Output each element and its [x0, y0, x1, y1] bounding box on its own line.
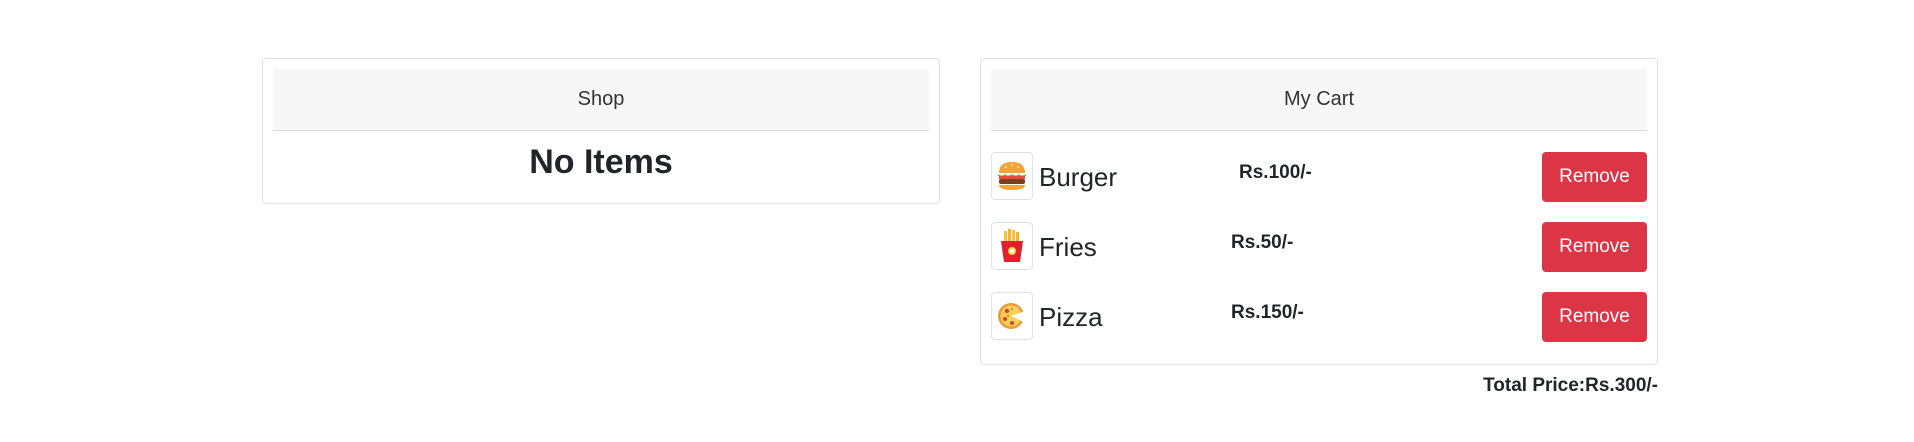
total-price: Total Price:Rs.300/- — [1400, 375, 1658, 397]
cart-item-fries: Fries Rs.50/- Remove — [991, 222, 1647, 274]
shop-title: Shop — [577, 88, 625, 110]
item-price: Rs.150/- — [1231, 302, 1304, 323]
cart-header: My Cart — [991, 69, 1647, 131]
cart-item-burger: Burger Rs.100/- Remove — [991, 152, 1647, 204]
shop-empty-message: No Items — [529, 143, 673, 181]
item-name: Pizza — [1039, 302, 1103, 332]
remove-pizza-button[interactable]: Remove — [1542, 292, 1647, 342]
item-price: Rs.50/- — [1231, 232, 1294, 253]
remove-fries-button[interactable]: Remove — [1542, 222, 1647, 272]
fries-icon — [991, 222, 1033, 270]
item-price: Rs.100/- — [1239, 162, 1312, 183]
total-price-label: Total Price: — [1483, 375, 1586, 396]
cart-item-pizza: Pizza Rs.150/- Remove — [991, 292, 1647, 344]
pizza-icon — [991, 292, 1033, 340]
item-name: Burger — [1039, 162, 1118, 192]
remove-burger-button[interactable]: Remove — [1542, 152, 1647, 202]
cart-title: My Cart — [1284, 88, 1354, 110]
cart-card: My Cart Burger Rs.100/- Remove Fries Rs.… — [980, 58, 1658, 365]
total-price-value: Rs.300/- — [1585, 375, 1658, 396]
shop-header: Shop — [273, 69, 929, 131]
item-name: Fries — [1039, 232, 1097, 262]
shop-card: Shop No Items — [262, 58, 940, 204]
burger-icon — [991, 152, 1033, 200]
